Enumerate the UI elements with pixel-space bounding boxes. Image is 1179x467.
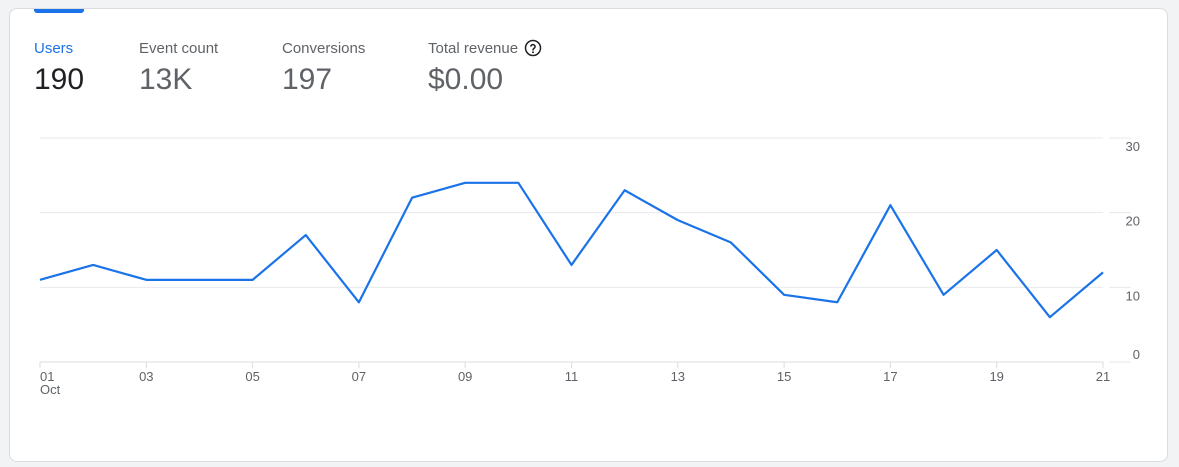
x-tick-label: 15	[777, 369, 791, 384]
report-card: Users 190 Event count 13K Conversions 19…	[9, 8, 1168, 462]
data-point[interactable]	[515, 180, 521, 186]
data-point[interactable]	[834, 299, 840, 305]
data-point[interactable]	[781, 292, 787, 298]
data-point[interactable]	[1100, 269, 1106, 275]
x-tick-label: 03	[139, 369, 153, 384]
data-point[interactable]	[250, 277, 256, 283]
data-point[interactable]	[994, 247, 1000, 253]
x-tick-label: 05	[245, 369, 259, 384]
data-point[interactable]	[143, 277, 149, 283]
y-tick-label: 20	[1126, 214, 1140, 229]
chart-series	[37, 180, 1106, 320]
data-point[interactable]	[303, 232, 309, 238]
x-tick-label: 07	[352, 369, 366, 384]
chart-gridlines	[40, 137, 1131, 363]
x-tick-label: 17	[883, 369, 897, 384]
chart-y-axis: 0 10 20 30	[1126, 139, 1140, 362]
chart-x-axis: 01 03 05 07 09 11 13 15 17 19 21Oct	[39, 362, 1110, 397]
x-tick-label: 09	[458, 369, 472, 384]
x-month-label: Oct	[40, 382, 61, 397]
data-point[interactable]	[37, 277, 43, 283]
data-point[interactable]	[569, 262, 575, 268]
data-point[interactable]	[675, 217, 681, 223]
data-point[interactable]	[887, 202, 893, 208]
data-point[interactable]	[196, 277, 202, 283]
users-line-chart: 0102030 01 03 05 07 09 11 13 15 17 19 21Oct	[37, 137, 1140, 397]
data-point[interactable]	[462, 180, 468, 186]
x-tick-label: 19	[989, 369, 1003, 384]
y-tick-label: 30	[1126, 139, 1140, 154]
data-point[interactable]	[1047, 314, 1053, 320]
y-tick-label: 0	[1133, 347, 1140, 362]
data-point[interactable]	[90, 262, 96, 268]
data-point[interactable]	[356, 299, 362, 305]
x-tick-label: 21	[1096, 369, 1110, 384]
data-point[interactable]	[622, 187, 628, 193]
data-point[interactable]	[409, 195, 415, 201]
x-tick-label: 11	[565, 369, 579, 384]
data-point[interactable]	[941, 292, 947, 298]
x-tick-label: 13	[671, 369, 685, 384]
data-point[interactable]	[728, 240, 734, 246]
y-tick-label: 10	[1126, 288, 1140, 303]
